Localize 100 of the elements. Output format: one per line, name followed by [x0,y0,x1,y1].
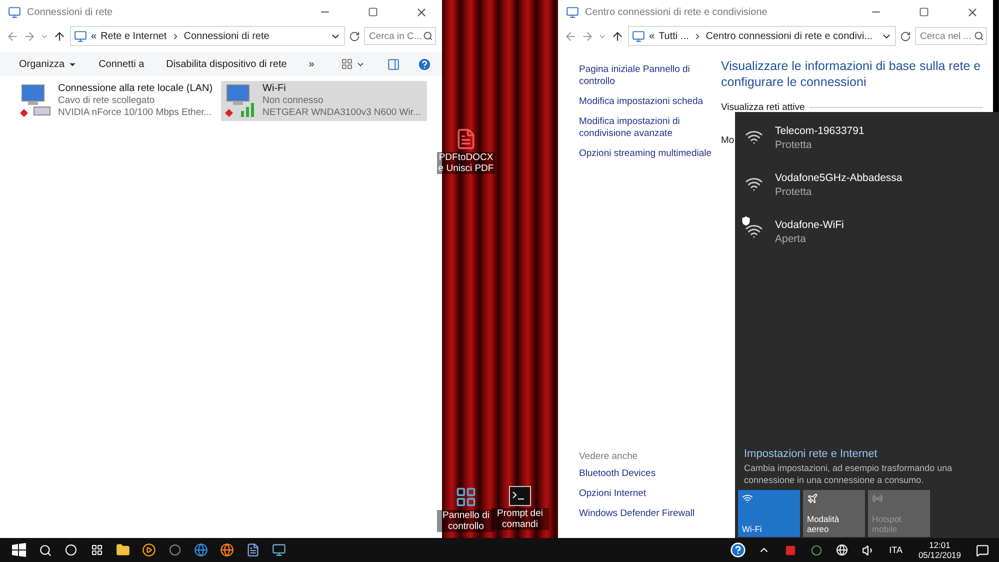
toolbar-button[interactable]: Organizza [14,58,82,70]
circle-icon [169,544,181,556]
help-icon[interactable] [417,56,432,72]
control-panel-icon [8,6,21,18]
document-icon [246,543,260,557]
speech-bubble-icon [976,544,988,556]
close-icon [414,6,428,18]
breadcrumb-overflow: « [91,30,97,42]
network-status: Aperta [775,232,807,246]
settings-description: Cambia impostazioni, ad esempio trasformando una connessione in una connessione a consumo. [744,462,954,486]
connection-name: Connessione alla rete locale (LAN) [58,83,213,95]
up-arrow-icon [53,30,66,42]
preview-pane-icon [387,58,400,70]
breadcrumb-overflow: « [649,30,655,42]
sidebar-link[interactable]: Modifica impostazioni di condivisione avanzate [579,116,721,140]
search-icon [38,544,52,556]
circle-icon [65,544,77,556]
network-name: Telecom-19633791 [775,124,864,138]
forward-button[interactable] [581,30,594,42]
breadcrumb-item: Connessioni di rete [184,30,270,42]
wifi-icon [742,493,753,504]
windows-logo-icon[interactable] [12,543,26,557]
maximize-icon [368,7,378,17]
clock[interactable]: 12:01 05/12/2019 [910,540,969,560]
section-label: Visualizza reti attive [721,102,805,113]
see-also-link[interactable]: Windows Defender Firewall [579,508,721,520]
settings-link[interactable]: Impostazioni rete e Internet [744,448,989,460]
right-arrow-icon [23,30,36,42]
breadcrumb-item: Centro connessioni di rete e condivi... [706,30,873,42]
circle-icon [810,544,822,556]
refresh-icon [900,30,911,42]
more-button[interactable]: » [304,58,320,70]
globe-icon [836,544,848,556]
hotspot-icon [872,493,883,504]
search-field[interactable]: Cerca in C... [364,27,436,45]
maximize-icon [919,7,929,17]
sidebar-link[interactable]: Pagina iniziale Pannello di controllo [579,64,721,88]
desktop-icon-label: Pannello di controllo [437,510,495,532]
right-arrow-icon [581,30,594,42]
network-item[interactable]: Telecom-19633791 Protetta [735,114,999,161]
sidebar-link[interactable]: Opzioni streaming multimediale [579,148,721,160]
search-icon [423,31,433,41]
search-field[interactable]: Cerca nel ... [915,27,987,45]
desktop-icon-label: Prompt dei comandi [491,508,549,530]
back-button[interactable] [564,30,577,42]
up-button[interactable] [53,30,66,42]
page-heading: Visualizzare le informazioni di base sulla rete e configurare le connessioni [721,58,982,90]
sidebar-link[interactable]: Modifica impostazioni scheda [579,96,721,108]
window-title: Centro connessioni di rete e condivisione [585,6,768,18]
control-panel-icon [632,30,645,42]
see-also-link[interactable]: Bluetooth Devices [579,468,721,480]
network-item[interactable]: Vodafone5GHz-Abbadessa Protetta [735,161,999,208]
play-icon [142,543,156,557]
section-label: Mo [721,135,734,146]
globe-icon [220,543,234,557]
refresh-button[interactable] [349,30,360,42]
connection-status: Non connesso [262,95,324,107]
address-bar[interactable]: « Tutti ... Centro connessioni di rete e condivi... [628,26,896,46]
terminal-icon[interactable] [509,486,531,506]
up-arrow-icon [611,30,624,42]
control-panel-icon [74,30,87,42]
network-name: Vodafone-WiFi [775,218,844,232]
connection-item[interactable]: Wi-Fi Non connesso NETGEAR WNDA3100v3 N600 Wir... [220,81,427,121]
control-panel-icon [566,6,579,18]
folder-icon [116,543,130,557]
up-button[interactable] [611,30,624,42]
network-item[interactable]: Vodafone-WiFi Aperta [735,208,999,255]
toolbar-button[interactable]: Disabilita dispositivo di rete [161,58,292,70]
quick-action-tile[interactable]: Wi-Fi [738,490,800,537]
left-arrow-icon [564,30,577,42]
speaker-icon [862,544,875,556]
see-also-heading: Vedere anche [579,451,639,462]
left-arrow-icon [6,30,19,42]
network-status: Protetta [775,184,813,198]
forward-button[interactable] [23,30,36,42]
network-status: Protetta [775,138,813,152]
connection-status: Cavo di rete scollegato [58,95,156,107]
warning-shield-icon [741,216,751,226]
breadcrumb-item: Tutti ... [658,30,689,42]
quick-action-tile[interactable]: Modalità aereo [803,490,865,537]
square-icon [784,544,796,556]
address-bar[interactable]: « Rete e Internet Connessioni di rete [70,26,345,46]
device-name: NETGEAR WNDA3100v3 N600 Wir... [262,107,421,119]
view-icon [341,58,353,70]
task-view-icon [91,544,103,556]
globe-icon [194,543,208,557]
network-name: Vodafone5GHz-Abbadessa [775,170,902,184]
refresh-button[interactable] [900,30,911,42]
help-icon [730,542,746,558]
connection-item[interactable]: Connessione alla rete locale (LAN) Cavo di rete scollegato NVIDIA nForce 10/100 Mbps Ether... [16,81,219,121]
control-panel-icon[interactable] [455,486,477,508]
device-name: NVIDIA nForce 10/100 Mbps Ether... [58,107,213,119]
toolbar-button[interactable]: Connetti a [94,58,150,70]
input-language[interactable]: ITA [881,545,910,555]
see-also-link[interactable]: Opzioni Internet [579,488,721,500]
back-button[interactable] [6,30,19,42]
airplane-icon [807,493,818,504]
search-icon [974,31,984,41]
document-icon[interactable] [455,128,477,150]
connection-name: Wi-Fi [262,83,287,95]
